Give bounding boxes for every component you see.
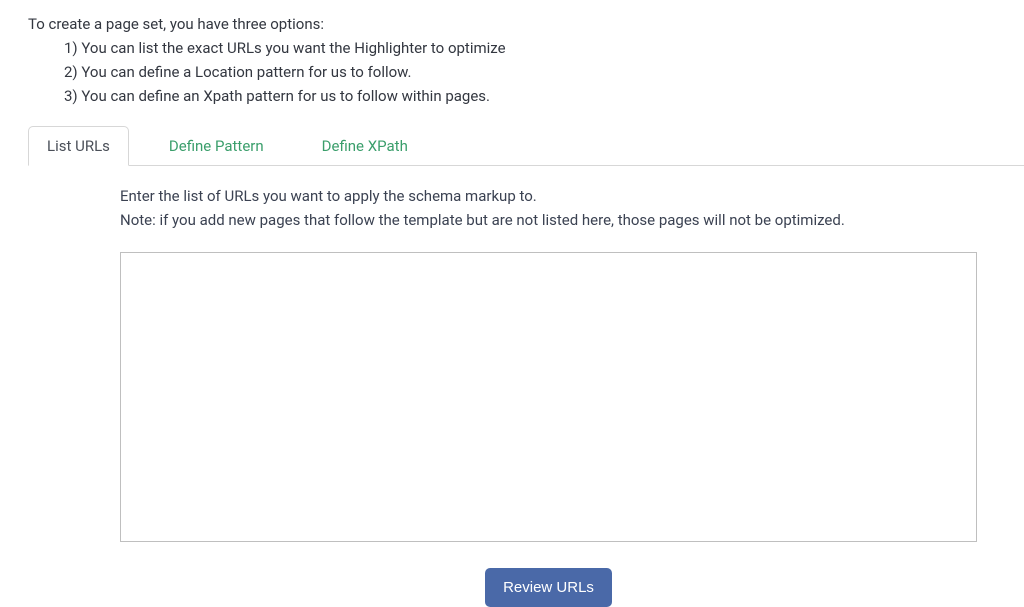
tab-list-urls[interactable]: List URLs xyxy=(28,126,129,166)
intro-item-1: 1) You can list the exact URLs you want … xyxy=(64,36,996,60)
tab-define-xpath[interactable]: Define XPath xyxy=(304,127,426,165)
tabs-wrapper: List URLs Define Pattern Define XPath xyxy=(0,126,1024,166)
intro-item-2: 2) You can define a Location pattern for… xyxy=(64,60,996,84)
tab-define-pattern[interactable]: Define Pattern xyxy=(151,127,282,165)
tab-row: List URLs Define Pattern Define XPath xyxy=(28,126,1024,166)
intro-section: To create a page set, you have three opt… xyxy=(0,0,1024,116)
url-list-textarea[interactable] xyxy=(120,252,977,542)
helper-line-1: Enter the list of URLs you want to apply… xyxy=(120,184,996,208)
helper-line-2: Note: if you add new pages that follow t… xyxy=(120,208,996,232)
helper-text: Enter the list of URLs you want to apply… xyxy=(120,184,996,232)
tab-content-list-urls: Enter the list of URLs you want to apply… xyxy=(0,166,1024,607)
intro-list: 1) You can list the exact URLs you want … xyxy=(28,36,996,108)
review-urls-button[interactable]: Review URLs xyxy=(485,568,612,607)
intro-item-3: 3) You can define an Xpath pattern for u… xyxy=(64,84,996,108)
intro-heading: To create a page set, you have three opt… xyxy=(28,12,996,36)
button-row: Review URLs xyxy=(120,568,977,607)
